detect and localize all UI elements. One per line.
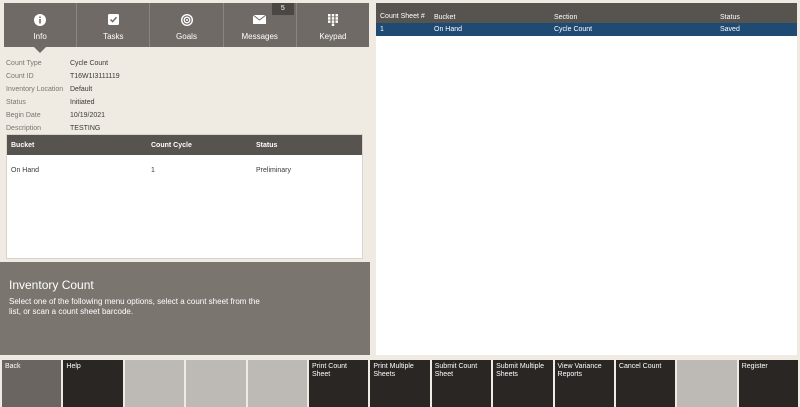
info-row-count-type: Count Type Cycle Count <box>6 57 206 70</box>
tab-label: Tasks <box>103 31 124 41</box>
action-bar: Back Help Print Count Sheet Print Multip… <box>0 360 800 407</box>
tab-keypad[interactable]: Keypad <box>297 3 369 47</box>
tab-label: Keypad <box>319 31 347 41</box>
table-row[interactable]: On Hand 1 Preliminary <box>7 156 362 184</box>
prompt-panel: Inventory Count Select one of the follow… <box>0 262 370 355</box>
info-row-status: Status Initiated <box>6 96 206 109</box>
disabled-action-button[interactable] <box>186 360 246 407</box>
column-header-count-cycle: Count Cycle <box>151 141 192 149</box>
count-info: Count Type Cycle Count Count ID T16W1I31… <box>6 57 206 135</box>
info-label: Begin Date <box>6 112 41 119</box>
column-header-bucket: Bucket <box>434 14 456 21</box>
bucket-table: Bucket Count Cycle Status On Hand 1 Prel… <box>6 134 363 259</box>
table-header: Count Sheet # Bucket Section Status <box>376 3 797 23</box>
tab-goals[interactable]: Goals <box>150 3 224 47</box>
info-label: Inventory Location <box>6 86 64 93</box>
info-value: 10/19/2021 <box>70 112 106 119</box>
cell-sheet-number: 1 <box>380 26 384 33</box>
nav-tabs: Info Tasks Goals 5 Messages Keypad <box>4 3 369 53</box>
info-value: Initiated <box>70 99 95 106</box>
table-header: Bucket Count Cycle Status <box>7 135 362 155</box>
disabled-action-button[interactable] <box>677 360 737 407</box>
info-label: Count Type <box>6 60 42 67</box>
cell-status: Preliminary <box>256 166 292 174</box>
column-header-section: Section <box>554 14 578 21</box>
cell-bucket: On Hand <box>434 26 463 33</box>
help-button[interactable]: Help <box>63 360 123 407</box>
cell-section: Cycle Count <box>554 26 593 33</box>
prompt-text: Select one of the following menu options… <box>9 297 260 316</box>
count-sheet-table: Count Sheet # Bucket Section Status 1 On… <box>376 3 797 355</box>
info-icon <box>34 12 47 28</box>
column-header-bucket: Bucket <box>11 141 35 149</box>
table-row-selected[interactable]: 1 On Hand Cycle Count Saved <box>376 23 797 36</box>
info-value: TESTING <box>70 125 101 132</box>
disabled-action-button[interactable] <box>247 360 307 407</box>
info-value: Cycle Count <box>70 60 109 67</box>
tab-label: Messages <box>241 31 278 41</box>
envelope-icon <box>253 12 267 28</box>
info-value: Default <box>70 86 93 93</box>
target-icon <box>180 12 193 28</box>
prompt-title: Inventory Count <box>9 278 94 292</box>
keypad-icon <box>327 12 338 28</box>
tab-label: Goals <box>176 31 197 41</box>
print-count-sheet-button[interactable]: Print Count Sheet <box>308 360 369 407</box>
cancel-count-button[interactable]: Cancel Count <box>615 360 676 407</box>
info-row-inventory-location: Inventory Location Default <box>6 83 206 96</box>
info-label: Count ID <box>6 73 34 80</box>
tab-tasks[interactable]: Tasks <box>77 3 151 47</box>
register-button[interactable]: Register <box>738 360 799 407</box>
submit-count-sheet-button[interactable]: Submit Count Sheet <box>431 360 492 407</box>
cell-count-cycle: 1 <box>151 166 155 174</box>
info-row-begin-date: Begin Date 10/19/2021 <box>6 109 206 122</box>
column-header-count-sheet: Count Sheet # <box>380 13 425 20</box>
tab-info[interactable]: Info <box>4 3 78 53</box>
column-header-status: Status <box>256 141 278 149</box>
disabled-action-button[interactable] <box>124 360 185 407</box>
tab-label: Info <box>33 31 47 41</box>
cell-status: Saved <box>720 26 740 33</box>
messages-badge: 5 <box>271 3 294 15</box>
info-value: T16W1I3111119 <box>70 73 120 80</box>
print-multiple-sheets-button[interactable]: Print Multiple Sheets <box>370 360 430 407</box>
info-label: Status <box>6 99 26 106</box>
submit-multiple-sheets-button[interactable]: Submit Multiple Sheets <box>493 360 553 407</box>
view-variance-reports-button[interactable]: View Variance Reports <box>554 360 614 407</box>
cell-bucket: On Hand <box>11 166 40 174</box>
column-header-status: Status <box>720 14 740 21</box>
info-label: Description <box>6 125 42 132</box>
info-row-count-id: Count ID T16W1I3111119 <box>6 70 206 83</box>
back-button[interactable]: Back <box>2 360 62 407</box>
check-square-icon <box>107 12 119 28</box>
tab-messages[interactable]: 5 Messages <box>224 3 297 47</box>
